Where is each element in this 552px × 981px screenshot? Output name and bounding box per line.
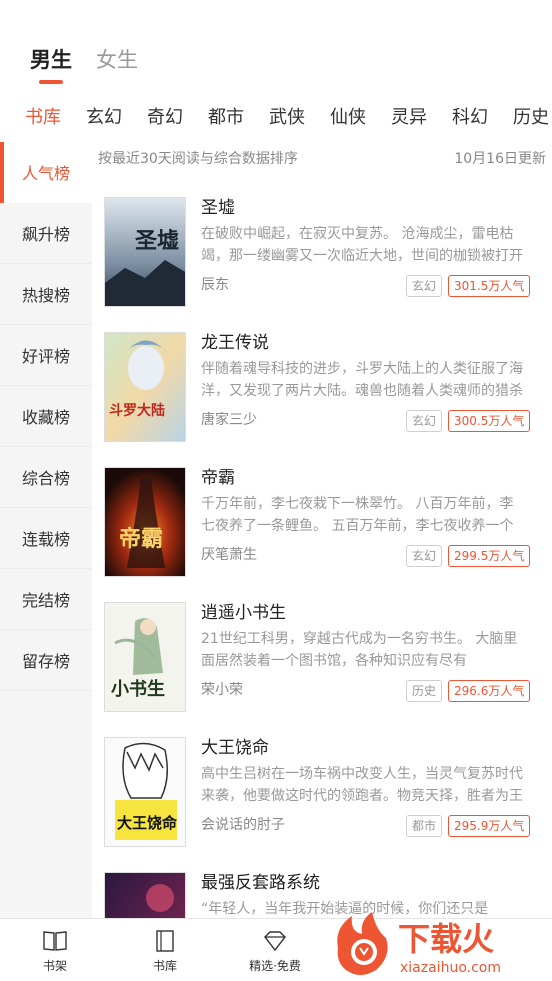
sidebar-item-top-rated[interactable]: 好评榜 <box>0 325 92 386</box>
genre-tag: 都市 <box>406 815 443 837</box>
watermark-logo: 下载火 xiazaihuo.com <box>330 908 552 981</box>
nav-label: 精选·免费 <box>249 959 301 973</box>
book-title: 圣墟 <box>201 198 235 218</box>
book-title: 大王饶命 <box>201 738 269 758</box>
category-xuanhuan[interactable]: 玄幻 <box>86 103 122 133</box>
sort-description: 按最近30天阅读与综合数据排序 <box>98 151 298 167</box>
sidebar-item-favorites[interactable]: 收藏榜 <box>0 386 92 447</box>
sidebar-item-hot-search[interactable]: 热搜榜 <box>0 264 92 325</box>
book-title: 帝霸 <box>201 468 235 488</box>
book-title: 最强反套路系统 <box>201 873 320 893</box>
watermark-url: xiazaihuo.com <box>400 960 501 976</box>
book-description: 在破败中崛起，在寂灭中复苏。 沧海成尘，雷电枯竭，那一缕幽雾又一次临近大地，世间… <box>201 226 523 264</box>
bookshelf-icon <box>43 931 67 951</box>
sidebar-item-ongoing[interactable]: 连载榜 <box>0 508 92 569</box>
category-qihuan[interactable]: 奇幻 <box>147 103 183 133</box>
genre-tag: 玄幻 <box>406 275 443 297</box>
popularity-badge: 296.6万人气 <box>448 680 531 702</box>
cover-title: 小书生 <box>111 678 165 700</box>
sidebar-item-retention[interactable]: 留存榜 <box>0 630 92 691</box>
cover-title: 帝霸 <box>119 526 163 552</box>
sidebar-item-rising[interactable]: 飙升榜 <box>0 203 92 264</box>
list-header: 按最近30天阅读与综合数据排序 10月16日更新 <box>98 148 546 170</box>
book-author: 荣小荣 <box>201 682 243 698</box>
watermark-brand: 下载火 <box>398 920 494 958</box>
genre-tag: 玄幻 <box>406 410 443 432</box>
cover-title: 大王饶命 <box>117 814 178 832</box>
popularity-badge: 300.5万人气 <box>448 410 531 432</box>
popularity-badge: 299.5万人气 <box>448 545 531 567</box>
book-description: 21世纪工科男，穿越古代成为一名穷书生。 大脑里面居然装着一个图书馆，各种知识应… <box>201 631 518 669</box>
nav-library[interactable]: 书库 <box>125 929 205 979</box>
tab-female[interactable]: 女生 <box>96 44 138 88</box>
book-item[interactable]: 小书生 逍遥小书生 21世纪工科男，穿越古代成为一名穷书生。 大脑里面居然装着一… <box>104 602 532 714</box>
sidebar-item-popular[interactable]: 人气榜 <box>0 142 92 203</box>
book-description: 伴随着魂导科技的进步，斗罗大陆上的人类征服了海洋，又发现了两片大陆。魂兽也随着人… <box>201 361 523 399</box>
book-cover[interactable]: 大王饶命 <box>104 737 186 847</box>
category-lingyi[interactable]: 灵异 <box>391 103 427 133</box>
gender-tabs: 男生 女生 <box>30 44 138 88</box>
book-cover[interactable]: 圣墟 <box>104 197 186 307</box>
book-author: 厌笔萧生 <box>201 547 257 563</box>
nav-featured-free[interactable]: 精选·免费 <box>235 929 315 979</box>
category-wuxia[interactable]: 武侠 <box>269 103 305 133</box>
book-description: 千万年前，李七夜栽下一株翠竹。 八百万年前，李七夜养了一条鲤鱼。 五百万年前，李… <box>201 496 514 534</box>
tab-male[interactable]: 男生 <box>30 44 72 88</box>
book-item[interactable]: 帝霸 帝霸 千万年前，李七夜栽下一株翠竹。 八百万年前，李七夜养了一条鲤鱼。 五… <box>104 467 532 579</box>
ranking-sidebar: 人气榜 飙升榜 热搜榜 好评榜 收藏榜 综合榜 连载榜 完结榜 留存榜 <box>0 142 92 920</box>
book-title: 龙王传说 <box>201 333 269 353</box>
update-date: 10月16日更新 <box>454 151 546 167</box>
genre-tag: 玄幻 <box>406 545 443 567</box>
diamond-icon <box>264 931 286 952</box>
book-title: 逍遥小书生 <box>201 603 286 623</box>
sidebar-item-overall[interactable]: 综合榜 <box>0 447 92 508</box>
book-author: 辰东 <box>201 277 229 293</box>
library-icon <box>156 930 174 952</box>
popularity-badge: 301.5万人气 <box>448 275 531 297</box>
category-library[interactable]: 书库 <box>25 103 61 133</box>
book-item[interactable]: 大王饶命 大王饶命 高中生吕树在一场车祸中改变人生，当灵气复苏时代来袭，他要做这… <box>104 737 532 849</box>
sidebar-item-completed[interactable]: 完结榜 <box>0 569 92 630</box>
book-cover[interactable]: 小书生 <box>104 602 186 712</box>
book-item[interactable]: 圣墟 圣墟 在破败中崛起，在寂灭中复苏。 沧海成尘，雷电枯竭，那一缕幽雾又一次临… <box>104 197 532 309</box>
genre-tag: 历史 <box>406 680 443 702</box>
category-row: 书库 玄幻 奇幻 都市 武侠 仙侠 灵异 科幻 历史 <box>0 103 552 133</box>
book-description: 高中生吕树在一场车祸中改变人生，当灵气复苏时代来袭，他要做这时代的领跑者。物竞天… <box>201 766 523 804</box>
book-item[interactable]: 斗罗大陆 龙王传说 伴随着魂导科技的进步，斗罗大陆上的人类征服了海洋，又发现了两… <box>104 332 532 444</box>
category-lishi[interactable]: 历史 <box>513 103 549 133</box>
book-author: 唐家三少 <box>201 412 257 428</box>
nav-label: 书库 <box>152 959 177 973</box>
nav-bookshelf[interactable]: 书架 <box>15 929 95 979</box>
book-cover[interactable]: 帝霸 <box>104 467 186 577</box>
book-cover[interactable]: 斗罗大陆 <box>104 332 186 442</box>
category-kehuan[interactable]: 科幻 <box>452 103 488 133</box>
popularity-badge: 295.9万人气 <box>448 815 531 837</box>
cover-title: 斗罗大陆 <box>109 402 165 419</box>
category-dushi[interactable]: 都市 <box>208 103 244 133</box>
book-author: 会说话的肘子 <box>201 817 285 833</box>
book-cover[interactable] <box>104 872 186 918</box>
nav-label: 书架 <box>42 959 67 973</box>
cover-title: 圣墟 <box>135 228 179 254</box>
category-xianxia[interactable]: 仙侠 <box>330 103 366 133</box>
